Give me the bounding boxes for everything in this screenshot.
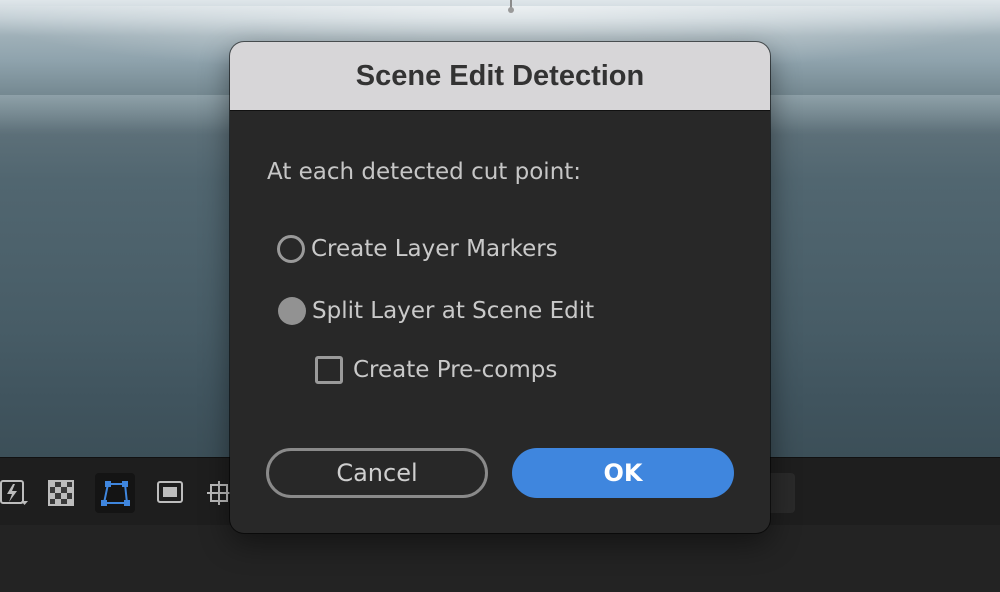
checkbox-unchecked-icon[interactable]	[315, 356, 343, 384]
region-of-interest-icon[interactable]	[150, 473, 190, 513]
transparency-grid-icon[interactable]	[41, 473, 81, 513]
radio-selected-icon[interactable]	[278, 297, 306, 325]
create-precomps-label: Create Pre-comps	[353, 357, 558, 383]
split-layer-option[interactable]: Split Layer at Scene Edit	[278, 297, 594, 325]
dialog-titlebar: Scene Edit Detection	[230, 42, 770, 111]
create-layer-markers-option[interactable]: Create Layer Markers	[277, 235, 558, 263]
create-layer-markers-label: Create Layer Markers	[311, 236, 558, 262]
cancel-button[interactable]: Cancel	[266, 448, 488, 498]
timeline-panel	[0, 525, 1000, 592]
scene-edit-detection-dialog: Scene Edit Detection At each detected cu…	[230, 42, 770, 533]
dialog-title: Scene Edit Detection	[355, 59, 645, 92]
frame-marker-icon	[508, 0, 514, 13]
split-layer-label: Split Layer at Scene Edit	[312, 298, 595, 324]
ok-button[interactable]: OK	[512, 448, 734, 498]
create-precomps-option[interactable]: Create Pre-comps	[315, 356, 557, 384]
mask-path-icon[interactable]	[95, 473, 135, 513]
fast-preview-icon[interactable]	[0, 473, 34, 513]
radio-unselected-icon[interactable]	[277, 235, 305, 263]
cut-point-prompt: At each detected cut point:	[267, 159, 582, 185]
